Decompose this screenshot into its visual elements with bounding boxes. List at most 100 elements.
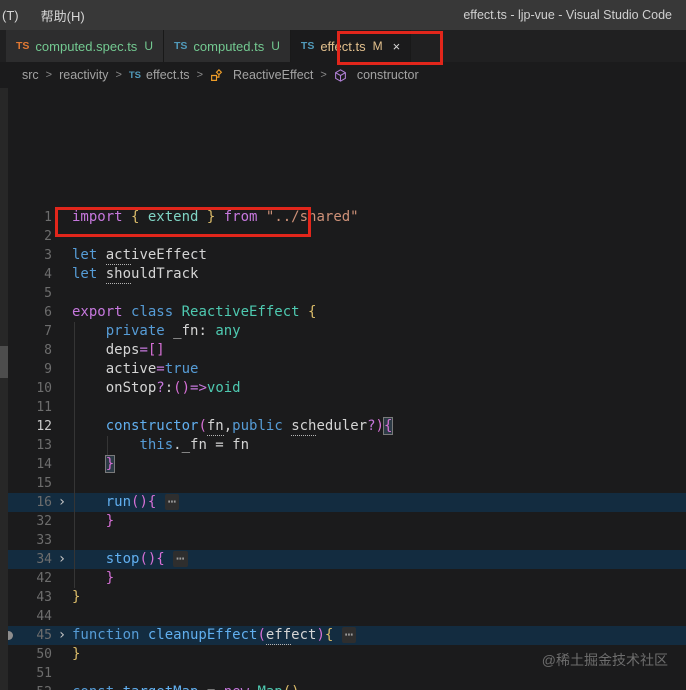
breadcrumb-item-effect.ts[interactable]: TS effect.ts bbox=[129, 68, 190, 82]
line-number: 9 bbox=[44, 362, 52, 377]
line-number: 43 bbox=[36, 590, 52, 605]
code-line-52[interactable]: 52 const targetMap = new Map() bbox=[0, 683, 686, 690]
code-text: stop(){ ⋯ bbox=[72, 550, 188, 569]
symbol-class-icon bbox=[210, 68, 228, 82]
line-number: 50 bbox=[36, 647, 52, 662]
line-number: 32 bbox=[36, 514, 52, 529]
fold-chevron-icon[interactable]: › bbox=[52, 550, 72, 569]
code-line-3[interactable]: 3 let activeEffect bbox=[0, 246, 686, 265]
code-line-6[interactable]: 6 export class ReactiveEffect { bbox=[0, 303, 686, 322]
git-status-badge: M bbox=[372, 39, 383, 53]
code-line-11[interactable]: 11 bbox=[0, 398, 686, 417]
tab-bar: TS computed.spec.ts U TS computed.ts U TS effec… bbox=[0, 30, 686, 62]
line-number: 44 bbox=[36, 609, 52, 624]
line-number: 11 bbox=[36, 400, 52, 415]
indent-guide bbox=[107, 436, 108, 455]
code-line-2[interactable]: 2 bbox=[0, 227, 686, 246]
breadcrumb-separator-icon: > bbox=[115, 69, 122, 81]
code-text: private _fn: any bbox=[105, 323, 241, 339]
code-text: active=true bbox=[105, 361, 199, 377]
tab-label: computed.spec.ts bbox=[35, 38, 138, 54]
window-title: effect.ts - ljp-vue - Visual Studio Code bbox=[463, 8, 672, 22]
code-line-33[interactable]: 33 bbox=[0, 531, 686, 550]
typescript-file-icon: TS bbox=[128, 69, 142, 81]
breadcrumb-separator-icon: > bbox=[196, 69, 203, 81]
line-number: 3 bbox=[44, 248, 52, 263]
code-text: export class ReactiveEffect { bbox=[72, 304, 317, 320]
typescript-file-icon: TS bbox=[300, 40, 315, 52]
breadcrumb-item-ReactiveEffect[interactable]: ReactiveEffect bbox=[210, 68, 313, 82]
code-line-9[interactable]: 9 active=true bbox=[0, 360, 686, 379]
code-text: this._fn = fn bbox=[139, 437, 250, 453]
code-line-15[interactable]: 15 bbox=[0, 474, 686, 493]
code-line-32[interactable]: 32 } bbox=[0, 512, 686, 531]
line-number: 12 bbox=[36, 419, 52, 434]
breadcrumb-separator-icon: > bbox=[45, 69, 53, 81]
line-number: 5 bbox=[44, 286, 52, 301]
line-number: 51 bbox=[36, 666, 52, 681]
git-status-badge: U bbox=[271, 39, 280, 53]
code-text: import { extend } from "../shared" bbox=[72, 209, 359, 225]
code-text: function cleanupEffect(effect){ ⋯ bbox=[72, 626, 357, 645]
tab-label: computed.ts bbox=[193, 38, 265, 54]
left-edge-scroll-thumb[interactable] bbox=[0, 346, 8, 378]
tab-effect.ts[interactable]: TS effect.ts M × bbox=[290, 30, 412, 62]
typescript-file-icon: TS bbox=[16, 40, 30, 52]
code-text: } bbox=[104, 455, 116, 473]
code-line-8[interactable]: 8 deps=[] bbox=[0, 341, 686, 360]
left-edge-strip bbox=[0, 88, 8, 690]
breadcrumb-item-src[interactable]: src bbox=[22, 68, 39, 82]
code-line-7[interactable]: 7 private _fn: any bbox=[0, 322, 686, 341]
line-number: 7 bbox=[44, 324, 52, 339]
code-line-13[interactable]: 13 this._fn = fn bbox=[0, 436, 686, 455]
code-line-43[interactable]: 43} bbox=[0, 588, 686, 607]
close-icon[interactable]: × bbox=[393, 39, 401, 54]
line-number: 16 bbox=[36, 495, 52, 510]
line-number: 14 bbox=[36, 457, 52, 472]
code-text: const targetMap = new Map() bbox=[72, 683, 300, 690]
code-line-34[interactable]: 34 › stop(){ ⋯ bbox=[0, 550, 686, 569]
line-number: 6 bbox=[44, 305, 52, 320]
line-number: 1 bbox=[44, 210, 52, 225]
line-number: 45 bbox=[36, 628, 52, 643]
typescript-file-icon: TS bbox=[173, 40, 188, 52]
code-text: let shouldTrack bbox=[72, 266, 199, 284]
line-number: 34 bbox=[36, 552, 52, 567]
line-number: 4 bbox=[44, 267, 52, 282]
breadcrumb-label: src bbox=[22, 68, 39, 82]
line-number: 13 bbox=[36, 438, 52, 453]
watermark: @稀土掘金技术社区 bbox=[541, 652, 668, 668]
line-number: 15 bbox=[36, 476, 52, 491]
code-text: } bbox=[105, 513, 115, 529]
breadcrumb-item-constructor[interactable]: constructor bbox=[334, 68, 419, 82]
code-line-45[interactable]: 45 › function cleanupEffect(effect){ ⋯ bbox=[0, 626, 686, 645]
code-line-14[interactable]: 14 } bbox=[0, 455, 686, 474]
line-number: 2 bbox=[44, 229, 52, 244]
code-line-1[interactable]: 1 import { extend } from "../shared" bbox=[0, 208, 686, 227]
code-text: onStop?:()=>void bbox=[105, 380, 241, 396]
code-text: run(){ ⋯ bbox=[72, 493, 180, 512]
code-line-42[interactable]: 42 } bbox=[0, 569, 686, 588]
breadcrumb: src > reactivity > TS effect.ts > ReactiveEffec… bbox=[0, 62, 686, 88]
fold-chevron-icon[interactable]: › bbox=[52, 626, 72, 645]
tab-computed.spec.ts[interactable]: TS computed.spec.ts U bbox=[6, 30, 164, 62]
code-line-44[interactable]: 44 bbox=[0, 607, 686, 626]
code-line-10[interactable]: 10 onStop?:()=>void bbox=[0, 379, 686, 398]
code-text: constructor(fn,public scheduler?){ bbox=[105, 417, 394, 436]
code-line-16[interactable]: 16 › run(){ ⋯ bbox=[0, 493, 686, 512]
code-line-5[interactable]: 5 bbox=[0, 284, 686, 303]
code-text: } bbox=[72, 646, 81, 662]
line-number: 8 bbox=[44, 343, 52, 358]
breadcrumb-label: constructor bbox=[356, 68, 419, 82]
code-line-4[interactable]: 4 let shouldTrack bbox=[0, 265, 686, 284]
editor-pane[interactable]: 1 import { extend } from "../shared" 2 3 let… bbox=[0, 88, 686, 690]
line-number: 33 bbox=[36, 533, 52, 548]
line-number: 10 bbox=[36, 381, 52, 396]
tab-computed.ts[interactable]: TS computed.ts U bbox=[163, 30, 291, 62]
fold-chevron-icon[interactable]: › bbox=[52, 493, 72, 512]
code-text: deps=[] bbox=[105, 342, 165, 358]
code-line-12[interactable]: 12 constructor(fn,public scheduler?){ bbox=[0, 417, 686, 436]
breadcrumb-item-reactivity[interactable]: reactivity bbox=[59, 68, 108, 82]
breadcrumb-label: effect.ts bbox=[146, 68, 190, 82]
code-area[interactable]: 1 import { extend } from "../shared" 2 3 let… bbox=[0, 208, 686, 690]
